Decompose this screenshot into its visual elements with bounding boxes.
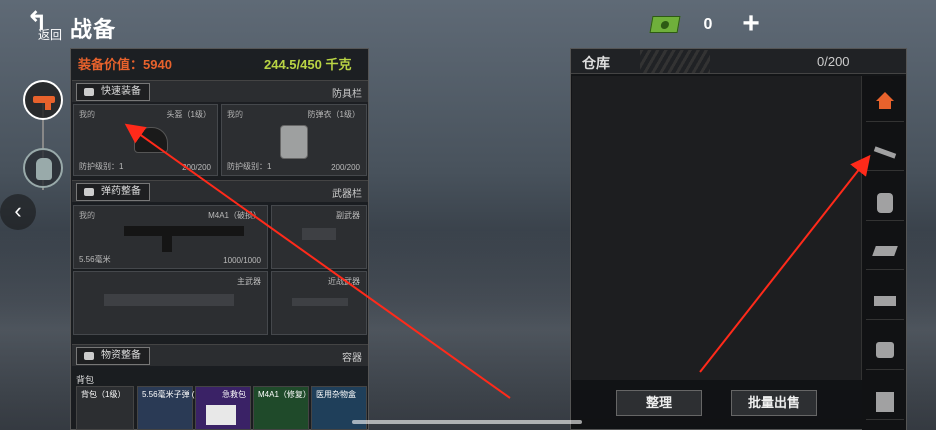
- rifle-silhouette-icon: [104, 294, 234, 306]
- m4a1-icon: [124, 226, 244, 252]
- vest-icon: [877, 193, 893, 213]
- home-indicator: [352, 420, 582, 424]
- pistol-silhouette-icon: [302, 228, 336, 240]
- quick-equip-label: 快速装备: [101, 86, 141, 97]
- category-armor[interactable]: [866, 183, 904, 221]
- pack-item-name: M4A1（修复）: [258, 390, 311, 399]
- helmet-owner: 我的: [79, 110, 95, 119]
- backpack-label: 背包: [76, 375, 95, 385]
- secondary-weapon-slot[interactable]: 副武器: [271, 205, 367, 269]
- weapon-section-bar: 弹药整备 武器栏: [72, 180, 368, 202]
- supply-small-icon: [84, 352, 94, 360]
- pack-item-name: 背包（1级）: [81, 390, 126, 399]
- bulk-sell-button[interactable]: 批量出售: [731, 390, 817, 416]
- helmet-protection: 防护级别：1: [79, 162, 124, 171]
- vest-slot[interactable]: 我的 防弹衣（1级） 防护级别：1 200/200: [221, 104, 367, 176]
- container-section-title: 容器: [342, 353, 362, 364]
- vest-icon: [280, 125, 308, 159]
- ammo-prep-label: 弹药整备: [101, 186, 141, 197]
- supply-prep-label: 物资整备: [101, 350, 141, 361]
- primary-weapon-slot[interactable]: 主武器: [73, 271, 268, 335]
- warehouse-header: [571, 49, 906, 74]
- header-hatch-decoration: [640, 50, 710, 73]
- warehouse-capacity: 0/200: [817, 54, 850, 69]
- category-weapon-cases[interactable]: [866, 282, 904, 320]
- pack-item-first-aid[interactable]: 急救包: [195, 386, 251, 430]
- secondary-label: 副武器: [336, 211, 360, 220]
- ammo-small-icon: [84, 188, 94, 196]
- pack-item-name: 急救包: [222, 390, 246, 399]
- cash-icon: [649, 16, 681, 33]
- medkit-icon: [876, 342, 894, 358]
- supply-prep-button[interactable]: 物资整备: [76, 347, 150, 365]
- rifle-slot[interactable]: 我的 M4A1（破损） 5.56毫米 1000/1000: [73, 205, 268, 269]
- rifle-icon: [873, 146, 897, 159]
- pack-item-backpack[interactable]: 背包（1级）: [76, 386, 134, 430]
- vest-protection: 防护级别：1: [227, 162, 272, 171]
- collapse-left-button[interactable]: ‹: [0, 194, 36, 230]
- pack-item-name: 医用杂物盒: [316, 390, 356, 399]
- pack-item-ammo[interactable]: 5.56毫米子弹 (曳光): [137, 386, 213, 430]
- first-aid-icon: [206, 405, 236, 425]
- warehouse-title: 仓库: [582, 55, 610, 71]
- currency-display: 0: [649, 12, 731, 38]
- knife-silhouette-icon: [292, 298, 348, 306]
- weapon-section-title: 武器栏: [332, 189, 362, 200]
- helmet-slot[interactable]: 我的 头盔（1级） 防护级别：1 200/200: [73, 104, 218, 176]
- home-icon: [876, 92, 894, 109]
- add-currency-button[interactable]: +: [736, 9, 766, 40]
- vest-owner: 我的: [227, 110, 243, 119]
- helmet-name: 头盔（1级）: [166, 110, 211, 119]
- melee-label: 近战武器: [328, 277, 360, 286]
- page-title: 战备: [70, 17, 117, 42]
- ammo-icon: [872, 246, 898, 256]
- vest-name: 防弹衣（1级）: [307, 110, 360, 119]
- helmet-icon: [134, 127, 168, 153]
- pistol-icon: [33, 96, 55, 110]
- equipment-tab-button[interactable]: [23, 80, 63, 120]
- armor-section-title: 防具栏: [332, 89, 362, 100]
- category-home[interactable]: [866, 84, 904, 122]
- organize-button[interactable]: 整理: [616, 390, 702, 416]
- back-label: 返回: [38, 28, 63, 42]
- pack-item-rifle[interactable]: M4A1（修复）: [253, 386, 311, 430]
- carry-weight: 244.5/450 千克: [264, 57, 352, 72]
- armor-section-bar: 快速装备 防具栏: [72, 80, 368, 102]
- equipment-value: 装备价值：5940: [78, 57, 172, 72]
- rifle-durability: 1000/1000: [223, 256, 261, 265]
- currency-amount: 0: [703, 16, 713, 33]
- warehouse-grid[interactable]: [572, 76, 862, 380]
- backpack-icon: [36, 158, 52, 180]
- weapon-case-icon: [874, 296, 896, 306]
- helmet-small-icon: [84, 88, 94, 96]
- category-supplies[interactable]: [866, 382, 904, 420]
- category-medical[interactable]: [866, 332, 904, 370]
- quick-equip-button[interactable]: 快速装备: [76, 83, 150, 101]
- category-rifles[interactable]: [866, 133, 904, 171]
- vest-durability: 200/200: [331, 163, 360, 172]
- melee-weapon-slot[interactable]: 近战武器: [271, 271, 367, 335]
- rifle-owner: 我的: [79, 211, 95, 220]
- category-ammo[interactable]: [866, 232, 904, 270]
- back-button[interactable]: ↰ 返回: [24, 8, 66, 42]
- ammo-prep-button[interactable]: 弹药整备: [76, 183, 150, 201]
- helmet-durability: 200/200: [182, 163, 211, 172]
- rifle-ammo-type: 5.56毫米: [79, 255, 111, 264]
- primary-label: 主武器: [237, 277, 261, 286]
- container-section-bar: 物资整备 容器: [72, 344, 368, 366]
- supply-box-icon: [876, 392, 894, 412]
- backpack-tab-button[interactable]: [23, 148, 63, 188]
- rifle-name: M4A1（破损）: [208, 211, 261, 220]
